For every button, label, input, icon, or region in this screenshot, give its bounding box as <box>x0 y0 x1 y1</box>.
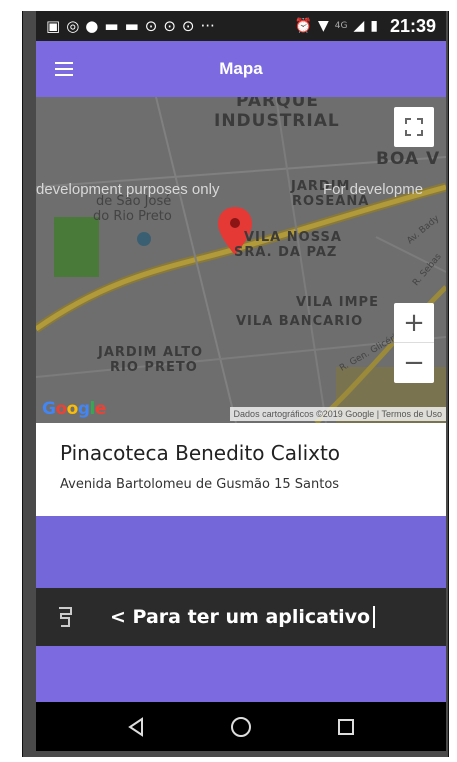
wifi-icon: ▼ <box>317 18 329 34</box>
map-label: VILA NOSSA <box>244 230 342 245</box>
recents-square-icon[interactable] <box>326 707 366 747</box>
pinterest-icon: ⊙ <box>181 17 195 35</box>
purple-band <box>36 516 446 588</box>
map-label: VILA BANCARIO <box>236 314 364 329</box>
dev-watermark: development purposes only <box>36 181 220 198</box>
map-label: JARDIM ALTO <box>98 345 204 360</box>
gallery-icon: ▣ <box>46 17 61 35</box>
purple-band-bottom <box>36 646 446 702</box>
map-attribution: Dados cartográficos ©2019 Google | Termo… <box>229 407 446 421</box>
map-label: do Rio Preto <box>93 209 172 224</box>
map-label: BOA V <box>376 149 441 169</box>
app-bar: Mapa <box>36 41 446 97</box>
pinterest-icon: ⊙ <box>163 17 176 35</box>
hamburger-icon[interactable] <box>36 41 92 97</box>
map-view[interactable]: PARQUE INDUSTRIAL BOA V JARDIM ROSEANA d… <box>36 97 446 423</box>
device-frame: ▣ ◎ ● ▬ ▬ ⊙ ⊙ ⊙ ··· ⏰ ▼ 4G ◢ ▮ 21:39 Map… <box>22 11 449 757</box>
network-type: 4G <box>334 21 348 31</box>
more-notifications-indicator: ··· <box>200 17 215 35</box>
hospital-icon <box>137 232 151 246</box>
alarm-icon: ⏰ <box>294 18 312 34</box>
map-label: INDUSTRIAL <box>214 111 340 131</box>
phone-screen: ▣ ◎ ● ▬ ▬ ⊙ ⊙ ⊙ ··· ⏰ ▼ 4G ◢ ▮ 21:39 Map… <box>36 11 446 751</box>
fullscreen-button[interactable] <box>394 107 434 147</box>
fullscreen-icon <box>405 118 423 136</box>
map-label: RIO PRETO <box>110 360 198 375</box>
page-title: Mapa <box>219 59 263 78</box>
home-circle-icon[interactable] <box>221 707 261 747</box>
clock: 21:39 <box>389 15 436 36</box>
google-logo: Google <box>42 399 106 419</box>
place-address: Avenida Bartolomeu de Gusmão 15 Santos <box>60 477 340 492</box>
terms-link[interactable]: Termos de Uso <box>381 409 442 419</box>
whatsapp-icon: ◎ <box>66 17 80 35</box>
battery-icon: ▮ <box>370 18 378 34</box>
place-card[interactable]: Pinacoteca Benedito Calixto Avenida Bart… <box>36 423 446 516</box>
system-status: ⏰ ▼ 4G ◢ ▮ 21:39 <box>295 16 436 37</box>
place-name: Pinacoteca Benedito Calixto <box>60 441 341 465</box>
map-label: SRA. DA PAZ <box>234 245 338 260</box>
zoom-controls: + − <box>394 303 434 383</box>
status-bar: ▣ ◎ ● ▬ ▬ ⊙ ⊙ ⊙ ··· ⏰ ▼ 4G ◢ ▮ 21:39 <box>36 11 446 41</box>
zoom-in-button[interactable]: + <box>394 303 434 343</box>
pinterest-icon: ⊙ <box>144 17 158 35</box>
dev-watermark: For developme <box>323 181 424 198</box>
park-area <box>54 217 99 277</box>
navigation-bar <box>36 702 446 751</box>
signal-icon: ◢ <box>353 18 365 34</box>
input-value: < Para ter um aplicativo <box>110 605 371 628</box>
map-label: VILA IMPE <box>296 295 379 310</box>
youtube-icon: ▬ <box>104 17 119 35</box>
map-label: PARQUE <box>236 97 320 111</box>
text-input-bar[interactable]: < Para ter um aplicativo <box>36 588 446 646</box>
attribution-text: Dados cartográficos ©2019 Google <box>233 409 375 419</box>
notification-icons: ▣ ◎ ● ▬ ▬ ⊙ ⊙ ⊙ ··· <box>46 17 295 35</box>
youtube-icon: ▬ <box>124 17 139 35</box>
back-triangle-icon[interactable] <box>116 707 156 747</box>
text-caret <box>373 606 376 629</box>
pinterest-icon: ● <box>85 17 99 35</box>
keyboard-toggle-icon[interactable] <box>54 604 76 630</box>
map-background <box>36 97 446 423</box>
zoom-out-button[interactable]: − <box>394 343 434 383</box>
input-field[interactable]: < Para ter um aplicativo <box>110 605 376 629</box>
